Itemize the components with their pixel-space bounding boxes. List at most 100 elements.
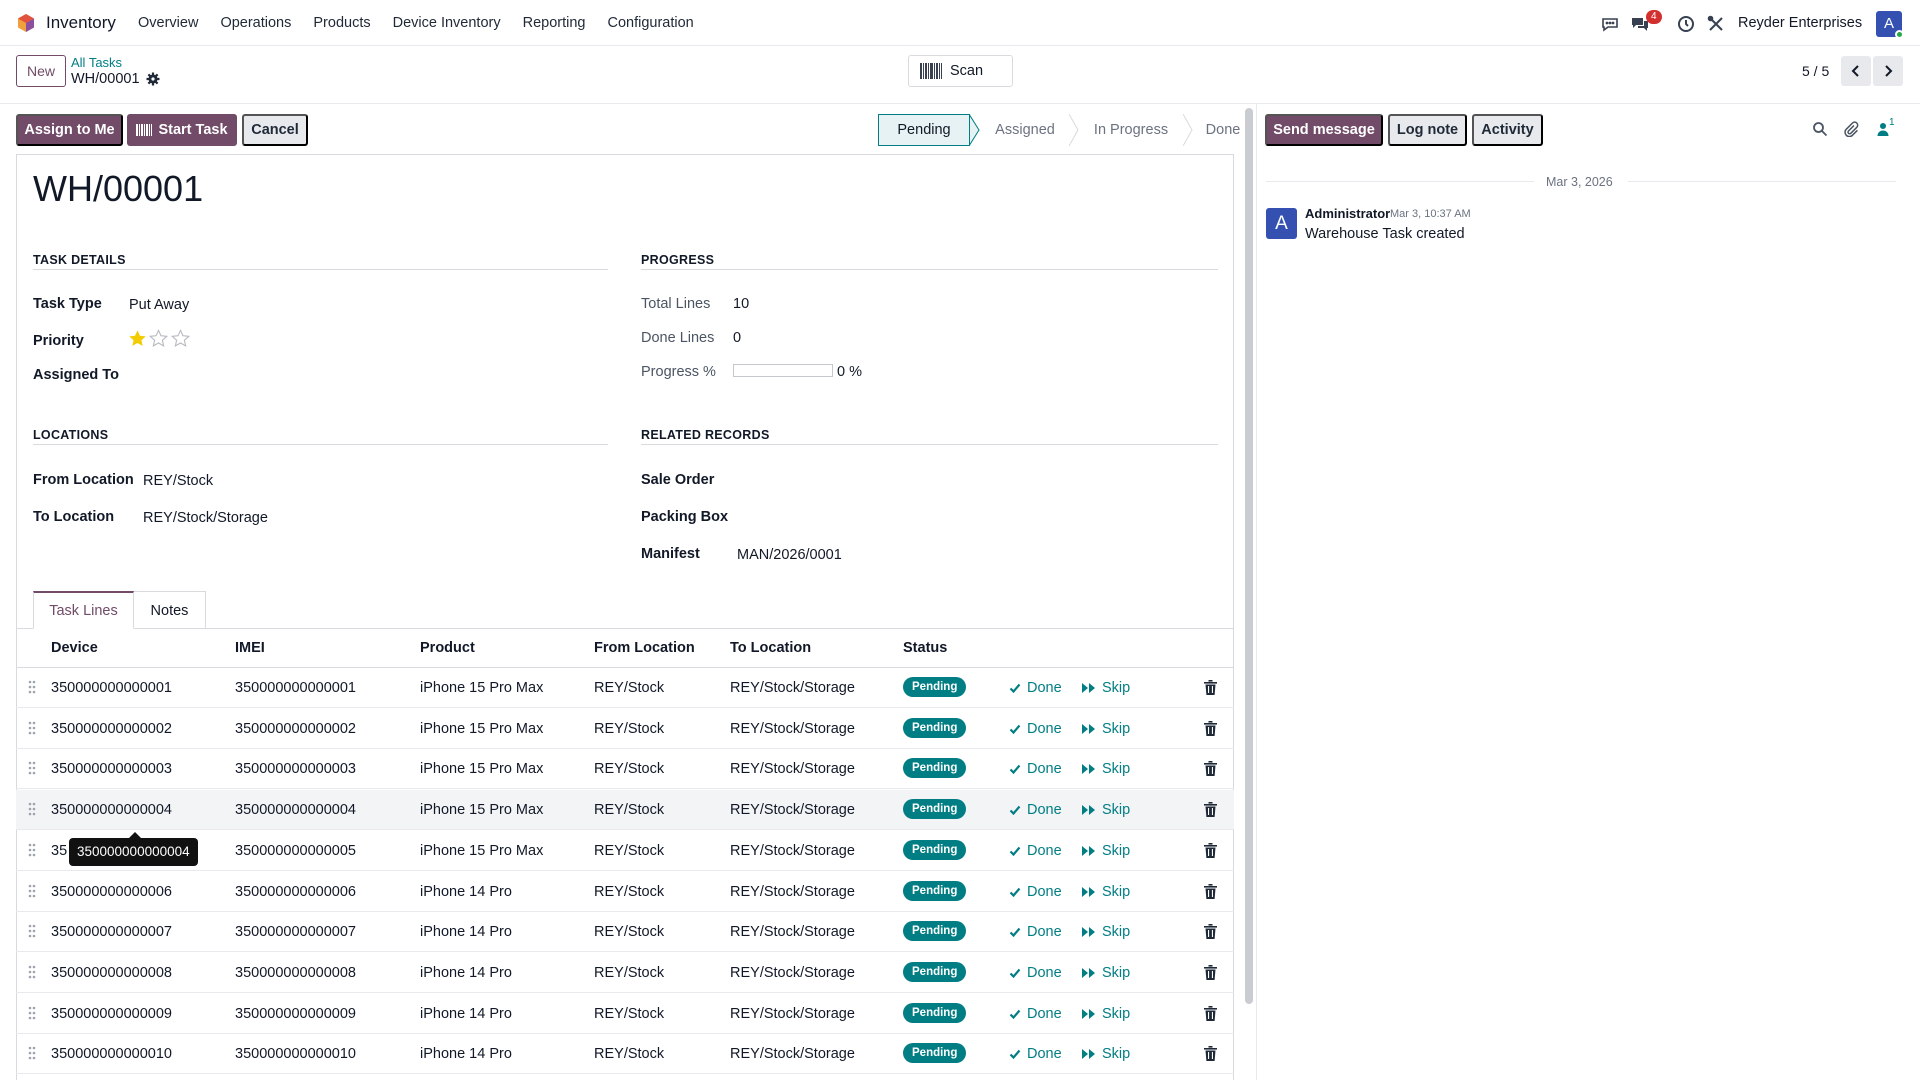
- menu-products[interactable]: Products: [313, 15, 370, 31]
- message-author[interactable]: Administrator: [1305, 206, 1390, 221]
- drag-handle-icon[interactable]: [28, 924, 36, 938]
- table-row[interactable]: 350000000000006 350000000000006 iPhone 14 …: [16, 872, 1234, 912]
- cell-product[interactable]: iPhone 14 Pro: [420, 924, 512, 940]
- table-row[interactable]: 350000000000002 350000000000002 iPhone 15 …: [16, 709, 1234, 749]
- skip-button[interactable]: Skip: [1082, 843, 1130, 859]
- record-title[interactable]: WH/00001: [33, 168, 203, 210]
- cell-device[interactable]: 35: [51, 843, 67, 859]
- table-row[interactable]: 350000000000007 350000000000007 iPhone 14 …: [16, 912, 1234, 952]
- done-button[interactable]: Done: [1009, 802, 1062, 818]
- drag-handle-icon[interactable]: [28, 884, 36, 898]
- skip-button[interactable]: Skip: [1082, 884, 1130, 900]
- cell-product[interactable]: iPhone 14 Pro: [420, 884, 512, 900]
- pager-value[interactable]: 5 / 5: [1802, 63, 1829, 79]
- column-header-status[interactable]: Status: [903, 640, 947, 656]
- search-icon[interactable]: [1812, 121, 1828, 137]
- cell-from-location[interactable]: REY/Stock: [594, 884, 664, 900]
- column-header-from-location[interactable]: From Location: [594, 640, 695, 656]
- trash-icon[interactable]: [1204, 761, 1217, 776]
- cell-device[interactable]: 350000000000001: [51, 680, 172, 696]
- skip-button[interactable]: Skip: [1082, 721, 1130, 737]
- menu-configuration[interactable]: Configuration: [607, 15, 693, 31]
- cell-product[interactable]: iPhone 14 Pro: [420, 1046, 512, 1062]
- cell-imei[interactable]: 350000000000007: [235, 924, 356, 940]
- debug-tools-icon[interactable]: [1706, 14, 1726, 34]
- new-button[interactable]: New: [16, 55, 66, 87]
- done-button[interactable]: Done: [1009, 924, 1062, 940]
- manifest-value[interactable]: MAN/2026/0001: [737, 547, 842, 563]
- cell-product[interactable]: iPhone 15 Pro Max: [420, 721, 543, 737]
- pager-next-button[interactable]: [1873, 56, 1903, 86]
- trash-icon[interactable]: [1204, 680, 1217, 695]
- cell-imei[interactable]: 350000000000002: [235, 721, 356, 737]
- table-row[interactable]: 350000000000003 350000000000003 iPhone 15 …: [16, 749, 1234, 789]
- drag-handle-icon[interactable]: [28, 1006, 36, 1020]
- skip-button[interactable]: Skip: [1082, 1006, 1130, 1022]
- assign-to-me-button[interactable]: Assign to Me: [16, 114, 123, 146]
- done-button[interactable]: Done: [1009, 884, 1062, 900]
- drag-handle-icon[interactable]: [28, 721, 36, 735]
- stage-assigned[interactable]: Assigned: [981, 114, 1069, 146]
- cell-imei[interactable]: 350000000000005: [235, 843, 356, 859]
- drag-handle-icon[interactable]: [28, 1046, 36, 1060]
- done-button[interactable]: Done: [1009, 843, 1062, 859]
- trash-icon[interactable]: [1204, 802, 1217, 817]
- clock-icon[interactable]: [1676, 14, 1696, 34]
- table-row[interactable]: 350000000000009 350000000000009 iPhone 14 …: [16, 994, 1234, 1034]
- log-note-button[interactable]: Log note: [1388, 114, 1467, 146]
- tab-task-lines[interactable]: Task Lines: [33, 591, 134, 629]
- cell-from-location[interactable]: REY/Stock: [594, 965, 664, 981]
- cell-device[interactable]: 350000000000004: [51, 802, 172, 818]
- cell-imei[interactable]: 350000000000004: [235, 802, 356, 818]
- trash-icon[interactable]: [1204, 843, 1217, 858]
- priority-star-empty-icon[interactable]: [171, 329, 190, 348]
- company-switcher[interactable]: Reyder Enterprises: [1738, 15, 1862, 31]
- start-task-button[interactable]: Start Task: [127, 114, 237, 146]
- cell-imei[interactable]: 350000000000001: [235, 680, 356, 696]
- done-button[interactable]: Done: [1009, 721, 1062, 737]
- cancel-button[interactable]: Cancel: [242, 114, 308, 146]
- cell-from-location[interactable]: REY/Stock: [594, 680, 664, 696]
- cell-product[interactable]: iPhone 14 Pro: [420, 965, 512, 981]
- send-message-button[interactable]: Send message: [1265, 114, 1383, 146]
- paperclip-icon[interactable]: [1843, 121, 1859, 137]
- table-row[interactable]: 350000000000008 350000000000008 iPhone 14 …: [16, 953, 1234, 993]
- cell-product[interactable]: iPhone 15 Pro Max: [420, 802, 543, 818]
- drag-handle-icon[interactable]: [28, 802, 36, 816]
- done-button[interactable]: Done: [1009, 1006, 1062, 1022]
- pager-previous-button[interactable]: [1841, 56, 1871, 86]
- done-button[interactable]: Done: [1009, 761, 1062, 777]
- trash-icon[interactable]: [1204, 721, 1217, 736]
- cell-device[interactable]: 350000000000003: [51, 761, 172, 777]
- column-header-to-location[interactable]: To Location: [730, 640, 811, 656]
- cell-device[interactable]: 350000000000010: [51, 1046, 172, 1062]
- cell-device[interactable]: 350000000000008: [51, 965, 172, 981]
- skip-button[interactable]: Skip: [1082, 1046, 1130, 1062]
- cell-device[interactable]: 350000000000009: [51, 1006, 172, 1022]
- skip-button[interactable]: Skip: [1082, 965, 1130, 981]
- column-header-device[interactable]: Device: [51, 640, 98, 656]
- cell-device[interactable]: 350000000000006: [51, 884, 172, 900]
- cell-imei[interactable]: 350000000000010: [235, 1046, 356, 1062]
- inventory-app-icon[interactable]: [16, 13, 36, 33]
- priority-star-filled-icon[interactable]: [128, 329, 147, 348]
- stage-done[interactable]: Done: [1193, 114, 1253, 146]
- scan-button[interactable]: Scan: [908, 55, 1013, 87]
- drag-handle-icon[interactable]: [28, 965, 36, 979]
- skip-button[interactable]: Skip: [1082, 761, 1130, 777]
- cell-to-location[interactable]: REY/Stock/Storage: [730, 1006, 855, 1022]
- cell-to-location[interactable]: REY/Stock/Storage: [730, 721, 855, 737]
- cell-to-location[interactable]: REY/Stock/Storage: [730, 680, 855, 696]
- cell-from-location[interactable]: REY/Stock: [594, 924, 664, 940]
- done-button[interactable]: Done: [1009, 1046, 1062, 1062]
- menu-device-inventory[interactable]: Device Inventory: [393, 15, 501, 31]
- cell-imei[interactable]: 350000000000008: [235, 965, 356, 981]
- menu-reporting[interactable]: Reporting: [523, 15, 586, 31]
- form-scrollbar[interactable]: [1245, 108, 1253, 1004]
- cell-from-location[interactable]: REY/Stock: [594, 761, 664, 777]
- table-row[interactable]: 350000000000004 350000000000004 iPhone 15 …: [16, 790, 1234, 830]
- menu-overview[interactable]: Overview: [138, 15, 198, 31]
- drag-handle-icon[interactable]: [28, 843, 36, 857]
- to-location-value[interactable]: REY/Stock/Storage: [143, 510, 268, 526]
- trash-icon[interactable]: [1204, 1006, 1217, 1021]
